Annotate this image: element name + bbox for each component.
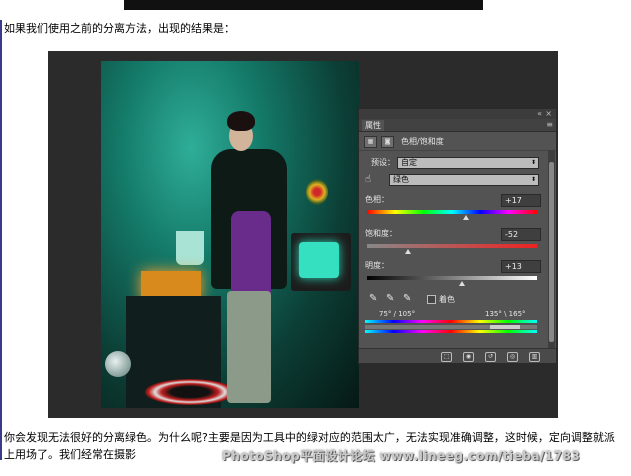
photo-hair: [227, 111, 255, 131]
color-bar-bottom: [365, 330, 537, 333]
preset-dropdown[interactable]: 自定 ⬍: [397, 157, 539, 169]
eyedropper-plus-icon[interactable]: ✎: [386, 294, 394, 304]
panel-header: ▦ ◙ 色相/饱和度: [359, 132, 556, 151]
view-previous-icon[interactable]: ◉: [463, 352, 474, 362]
intro-text: 如果我们使用之前的分离方法，出现的结果是：: [4, 22, 235, 35]
channel-value: 绿色: [393, 175, 409, 184]
panel-tab-bar: 属性 ≡: [359, 119, 556, 132]
hue-slider-thumb[interactable]: [463, 215, 469, 220]
eyedropper-minus-icon[interactable]: ✎: [403, 294, 411, 304]
preset-arrow-icon: ⬍: [530, 159, 536, 166]
hue-slider-track[interactable]: [367, 210, 537, 214]
photo-flowers: [306, 179, 328, 205]
left-border-line: [0, 20, 2, 460]
photo-legs: [227, 291, 271, 403]
top-image-strip: [124, 0, 483, 10]
range-slider-selection[interactable]: [490, 325, 520, 329]
watermark: PhotoShop平面设计论坛 www.lineeg.com/tieba/178…: [222, 449, 581, 463]
photo-dress: [231, 211, 271, 301]
lightness-input[interactable]: +13: [501, 260, 541, 273]
range-slider[interactable]: [365, 325, 537, 329]
panel-scrollbar[interactable]: [548, 150, 555, 350]
properties-panel: « × 属性 ≡ ▦ ◙ 色相/饱和度 预设： 自定 ⬍ ☝ 绿色 ⬍ 色相： +1…: [358, 108, 557, 364]
collapse-icon[interactable]: «: [537, 109, 542, 119]
panel-menu-icon[interactable]: ≡: [546, 119, 553, 130]
range-right-readout: 135° \ 165°: [485, 310, 526, 318]
panel-footer: ⬚ ◉ ↺ ◎ ▥: [359, 348, 556, 363]
hue-label: 色相：: [365, 195, 389, 204]
lightness-slider-thumb[interactable]: [459, 281, 465, 286]
reset-icon[interactable]: ↺: [485, 352, 496, 362]
channel-arrow-icon: ⬍: [530, 176, 536, 183]
eyedropper-icon[interactable]: ✎: [369, 294, 377, 304]
scrollbar-thumb[interactable]: [549, 162, 554, 342]
hue-input[interactable]: +17: [501, 194, 541, 207]
photo-canvas: [101, 61, 359, 408]
mask-icon[interactable]: ◙: [381, 136, 394, 148]
photo-woman: [211, 111, 291, 408]
panel-titlebar[interactable]: « ×: [359, 109, 556, 119]
delete-icon[interactable]: ▥: [529, 352, 540, 362]
colorize-label: 着色: [439, 295, 455, 304]
saturation-slider-track[interactable]: [367, 244, 537, 248]
hand-tool-icon[interactable]: ☝: [365, 175, 371, 185]
lightness-label: 明度：: [365, 261, 389, 270]
photo-tv-screen: [299, 242, 339, 278]
saturation-label: 饱和度：: [365, 229, 397, 238]
adjustment-icon: ▦: [364, 136, 377, 148]
color-bar-top: [365, 320, 537, 323]
photoshop-screenshot: « × 属性 ≡ ▦ ◙ 色相/饱和度 预设： 自定 ⬍ ☝ 绿色 ⬍ 色相： +1…: [48, 51, 558, 418]
panel-title: 色相/饱和度: [401, 137, 444, 146]
saturation-slider-thumb[interactable]: [405, 249, 411, 254]
close-icon[interactable]: ×: [545, 109, 552, 119]
lightness-slider-track[interactable]: [367, 276, 537, 280]
visibility-icon[interactable]: ◎: [507, 352, 518, 362]
photo-tv: [291, 233, 351, 291]
range-left-readout: 75° / 105°: [379, 310, 416, 318]
photo-bucket: [176, 231, 204, 265]
saturation-input[interactable]: -52: [501, 228, 541, 241]
tab-properties[interactable]: 属性: [362, 120, 384, 131]
photo-ball: [105, 351, 131, 377]
channel-dropdown[interactable]: 绿色 ⬍: [389, 174, 539, 186]
clip-to-layer-icon[interactable]: ⬚: [441, 352, 452, 362]
colorize-checkbox[interactable]: [427, 295, 436, 304]
preset-label: 预设：: [371, 158, 395, 167]
preset-value: 自定: [401, 158, 417, 167]
